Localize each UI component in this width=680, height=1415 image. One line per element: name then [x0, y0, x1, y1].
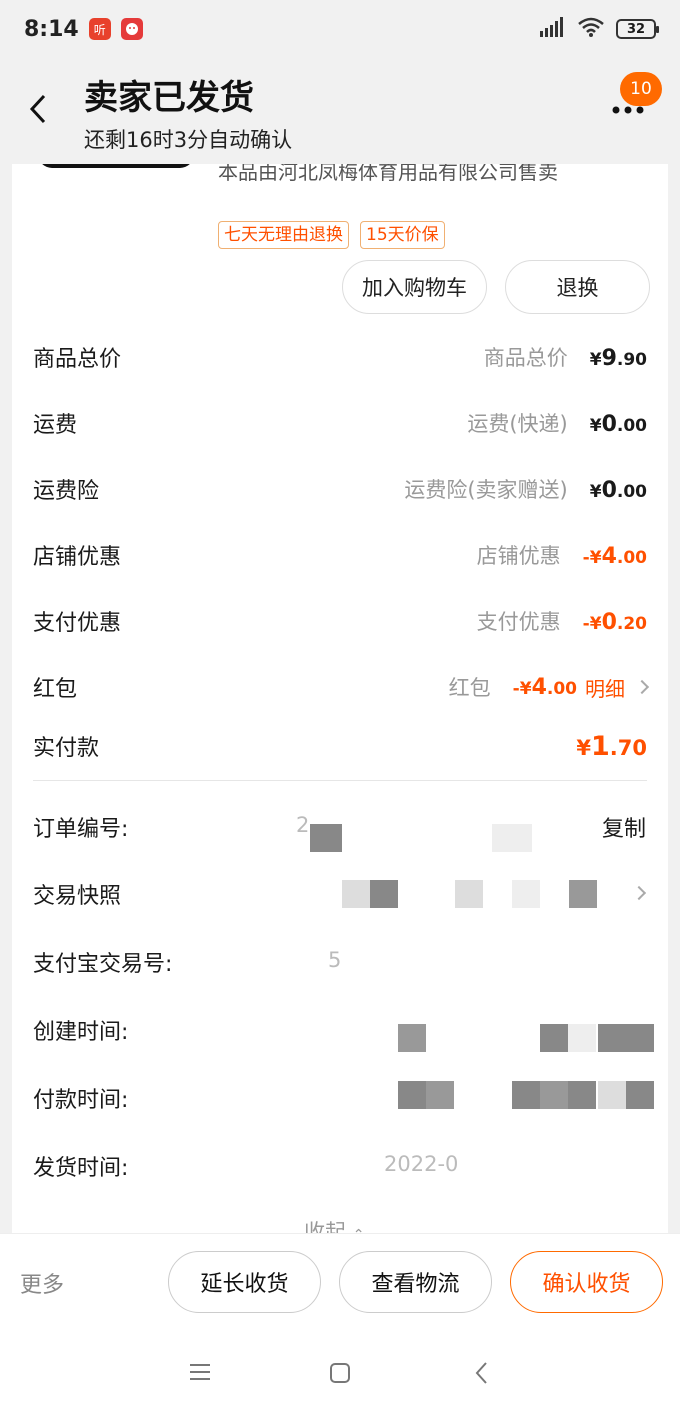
redacted-block — [568, 1024, 596, 1052]
redacted-block — [342, 880, 370, 908]
payment-time-label: 付款时间: — [33, 1088, 129, 1113]
redacted-block — [540, 1024, 568, 1052]
chevron-right-icon[interactable] — [631, 885, 647, 901]
exchange-button[interactable]: 退换 — [505, 260, 650, 314]
order-number-label: 订单编号: — [33, 817, 129, 842]
system-nav-bar — [0, 1333, 680, 1415]
collapse-toggle[interactable]: 收起 ⌃ — [304, 1216, 364, 1234]
redacted-block — [370, 880, 398, 908]
redacted-block — [512, 880, 540, 908]
status-time: 8:14 — [24, 16, 79, 42]
redacted-block — [512, 1081, 540, 1109]
redacted-block — [310, 824, 342, 852]
copy-order-number-button[interactable]: 复制 — [602, 811, 646, 843]
redacted-block — [398, 1024, 426, 1052]
alipay-trade-number-value: 5 — [328, 948, 342, 972]
product-thumbnail[interactable] — [38, 164, 194, 168]
redacted-block — [455, 880, 483, 908]
add-to-cart-button[interactable]: 加入购物车 — [342, 260, 487, 314]
trade-snapshot-label[interactable]: 交易快照 — [33, 878, 121, 910]
signal-icon — [540, 17, 566, 41]
redacted-block — [398, 1081, 426, 1109]
order-detail-card: 本品由河北凤梅体育用品有限公司售卖 七天无理由退换 15天价保 加入购物车 退换… — [12, 164, 668, 1234]
tag-price-protection: 15天价保 — [360, 221, 445, 249]
price-value: ¥0.00 — [589, 478, 647, 503]
home-icon[interactable] — [328, 1361, 352, 1389]
price-row-payment-discount: 支付优惠 支付优惠 -¥0.20 — [33, 610, 647, 636]
back-arrow-icon[interactable] — [26, 92, 54, 126]
price-value: -¥0.20 — [582, 610, 647, 635]
listen-app-icon: 听 — [88, 18, 111, 40]
price-row-goods-total: 商品总价 商品总价 ¥9.90 — [33, 346, 647, 372]
price-value: -¥4.00 — [582, 544, 647, 569]
auto-confirm-countdown: 还剩16时3分自动确认 — [84, 128, 293, 152]
shipping-time-value: 2022-0 — [384, 1152, 459, 1176]
back-icon[interactable] — [474, 1361, 490, 1389]
shipping-time-label: 发货时间: — [33, 1156, 129, 1181]
seller-info: 本品由河北凤梅体育用品有限公司售卖 — [218, 164, 558, 184]
wifi-icon — [578, 17, 604, 41]
price-row-store-discount: 店铺优惠 店铺优惠 -¥4.00 — [33, 544, 647, 570]
created-time-label: 创建时间: — [33, 1020, 129, 1045]
price-row-shipping-insurance: 运费险 运费险(卖家赠送) ¥0.00 — [33, 478, 647, 504]
confirm-receipt-button[interactable]: 确认收货 — [510, 1251, 663, 1313]
battery-icon: 32 — [616, 19, 659, 39]
actual-paid-value: ¥1.70 — [576, 730, 647, 762]
view-logistics-button[interactable]: 查看物流 — [339, 1251, 492, 1313]
redacted-block — [426, 1081, 454, 1109]
page-title: 卖家已发货 — [84, 78, 254, 118]
price-row-red-packet[interactable]: 红包 红包 -¥4.00 明细 — [12, 667, 668, 707]
pinduoduo-app-icon — [120, 18, 143, 40]
price-value: ¥9.90 — [589, 346, 647, 371]
red-packet-detail-link[interactable]: 明细 — [585, 673, 625, 702]
price-row-actual-paid: 实付款 ¥1.70 — [33, 730, 647, 762]
chevron-right-icon — [634, 679, 650, 695]
redacted-block — [540, 1081, 568, 1109]
page-header: 卖家已发货 还剩16时3分自动确认 10 — [0, 58, 680, 164]
redacted-block — [598, 1024, 654, 1052]
tag-seven-day-return: 七天无理由退换 — [218, 221, 349, 249]
extend-receipt-button[interactable]: 延长收货 — [168, 1251, 321, 1313]
alipay-trade-number-label: 支付宝交易号: — [33, 952, 173, 977]
price-value: -¥4.00 — [512, 674, 577, 700]
redacted-block — [626, 1081, 654, 1109]
more-actions-link[interactable]: 更多 — [20, 1267, 64, 1299]
bottom-action-bar: 更多 延长收货 查看物流 确认收货 — [0, 1233, 680, 1333]
message-count-badge: 10 — [620, 72, 662, 106]
divider — [33, 780, 647, 781]
menu-icon[interactable] — [188, 1361, 212, 1387]
price-row-shipping: 运费 运费(快递) ¥0.00 — [33, 412, 647, 438]
status-bar: 8:14 听 32 — [0, 0, 680, 58]
redacted-block — [598, 1081, 626, 1109]
redacted-block — [492, 824, 532, 852]
redacted-block — [569, 880, 597, 908]
redacted-block — [568, 1081, 596, 1109]
price-value: ¥0.00 — [589, 412, 647, 437]
order-number-value: 2 — [296, 813, 310, 837]
